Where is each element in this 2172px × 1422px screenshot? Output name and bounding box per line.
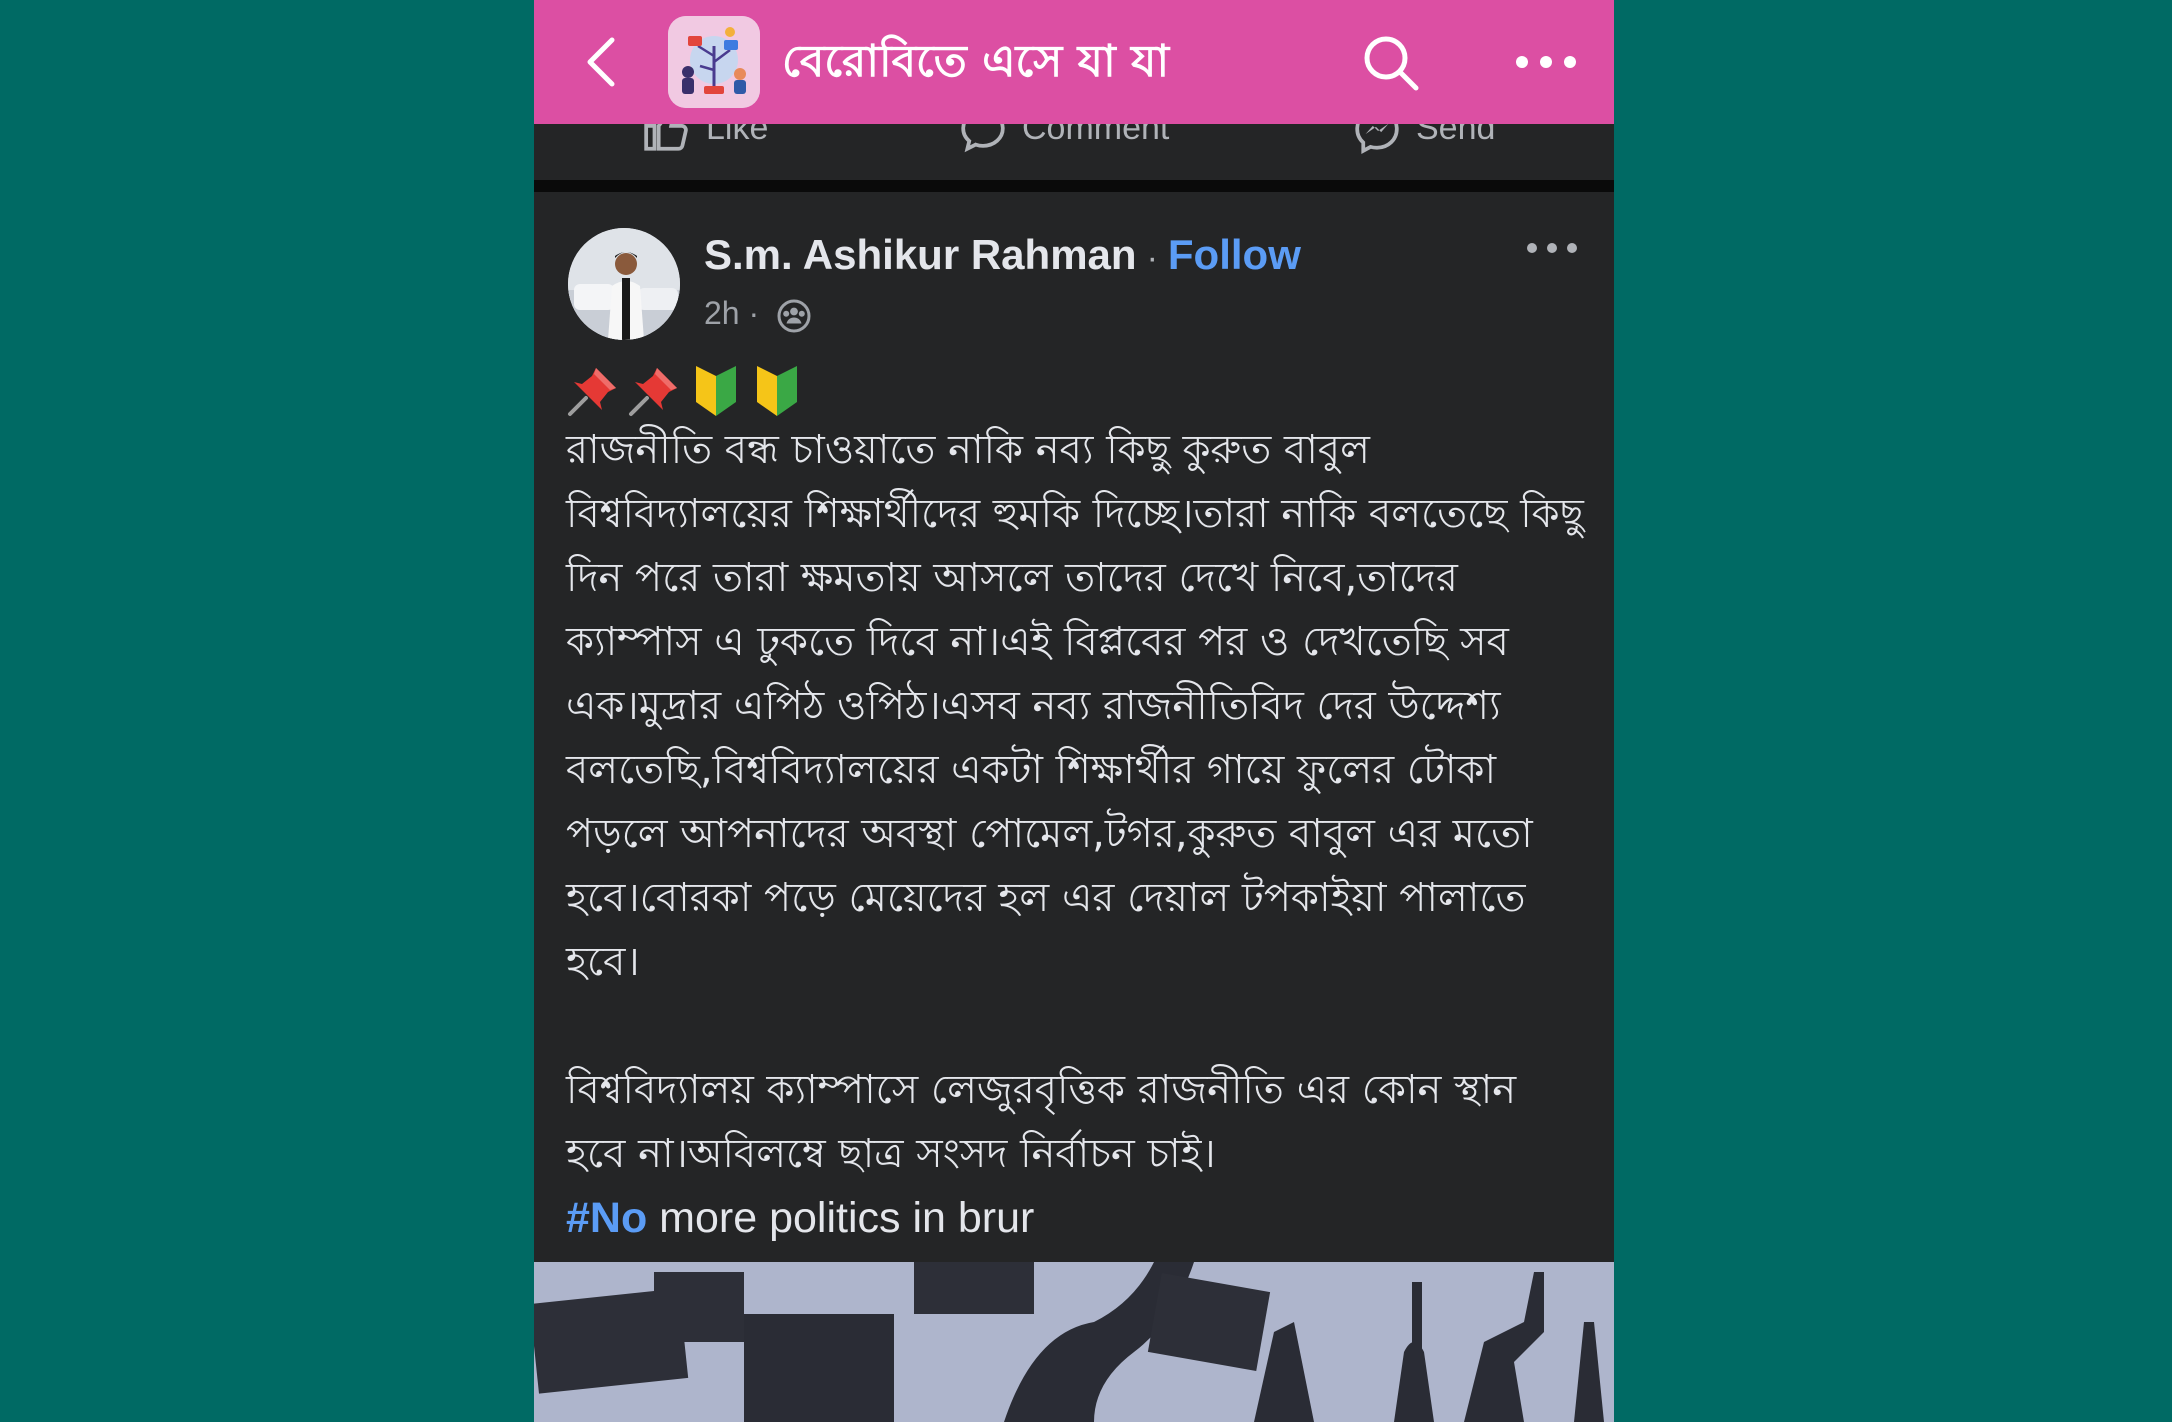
post-image-protest-silhouettes[interactable]: [534, 1262, 1614, 1422]
group-avatar[interactable]: [668, 16, 760, 108]
group-cover-illustration: [668, 16, 760, 108]
search-button[interactable]: [1358, 30, 1424, 96]
chevron-left-icon: [587, 37, 615, 87]
name-separator: ·: [1146, 239, 1158, 277]
post-paragraph-2: বিশ্ববিদ্যালয় ক্যাম্পাসে লেজুরবৃত্তিক র…: [566, 1067, 1517, 1177]
hashtag-line: #No more politics in brur: [566, 1186, 1586, 1250]
beginner-symbol-icon: [696, 366, 737, 416]
search-icon: [1364, 36, 1419, 91]
pushpin-icon: [629, 368, 678, 416]
group-app-bar: বেরোবিতে এসে যা যা দে...: [534, 0, 1614, 124]
post-meta: 2h ·: [704, 288, 812, 338]
beginner-symbol-icon: [757, 366, 798, 416]
author-photo: [568, 228, 680, 340]
pushpin-icon: [568, 368, 616, 416]
protest-silhouettes-image: [534, 1262, 1614, 1422]
post-body: রাজনীতি বন্ধ চাওয়াতে নাকি নব্য কিছু কুর…: [566, 418, 1586, 1250]
follow-button[interactable]: Follow: [1168, 231, 1301, 278]
author-name[interactable]: S.m. Ashikur Rahman: [704, 231, 1137, 278]
more-horizontal-icon: [1516, 56, 1576, 68]
post-timestamp[interactable]: 2h ·: [704, 295, 759, 331]
author-avatar[interactable]: [568, 228, 680, 340]
emoji-row: [566, 362, 805, 422]
more-horizontal-icon: [1527, 243, 1577, 253]
post-separator: [534, 180, 1614, 192]
hashtag-rest: more politics in brur: [647, 1194, 1035, 1242]
hashtag-link[interactable]: #No: [566, 1194, 647, 1242]
author-line: S.m. Ashikur Rahman · Follow: [704, 224, 1301, 286]
post-card: S.m. Ashikur Rahman · Follow 2h · রাজনীত…: [534, 192, 1614, 1422]
more-options-button[interactable]: [1506, 40, 1586, 84]
group-audience-icon: [777, 299, 811, 333]
back-button[interactable]: [574, 32, 634, 92]
group-title[interactable]: বেরোবিতে এসে যা যা দে...: [782, 30, 1182, 94]
phone-screen: Like Comment Send বেরোবিতে এসে যা যা S.m…: [534, 0, 1614, 1422]
post-paragraph-1: রাজনীতি বন্ধ চাওয়াতে নাকি নব্য কিছু কুর…: [566, 427, 1584, 985]
post-more-button[interactable]: [1524, 236, 1580, 260]
